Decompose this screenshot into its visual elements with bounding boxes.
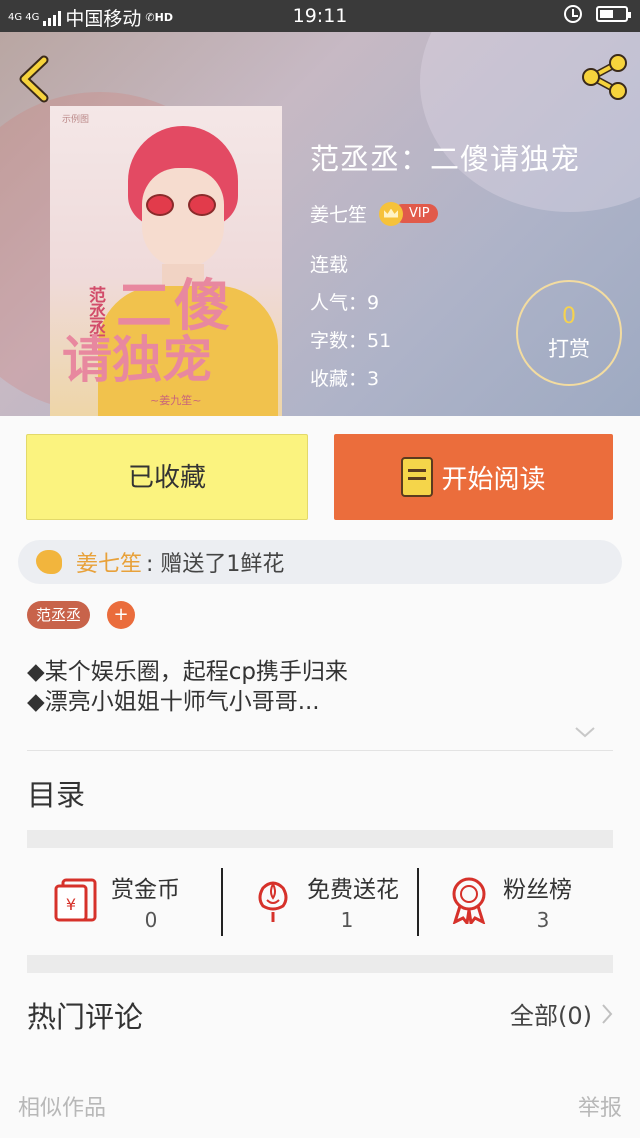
book-icon: [401, 457, 434, 497]
share-button[interactable]: [580, 52, 630, 102]
popularity: 人气：9: [310, 292, 380, 314]
start-reading-button[interactable]: 开始阅读: [334, 434, 613, 520]
tag-chip[interactable]: 范丞丞: [27, 601, 91, 629]
book-info: 范丞丞：二傻请独宠 姜七笙 VIP 连载 人气：9 字数：51 收藏：3: [310, 136, 581, 390]
share-icon: [582, 54, 627, 100]
hot-comments-title: 热门评论: [27, 1000, 144, 1034]
medal-icon: [452, 877, 486, 924]
status-bar: 4G 4G 中国移动 ✆HD 19:11: [0, 0, 640, 32]
stat-label: 免费送花: [307, 877, 399, 903]
alarm-icon: [564, 5, 582, 23]
reward-label: 打赏: [548, 337, 590, 361]
report-link[interactable]: 举报: [578, 1090, 622, 1122]
author-row: 姜七笙 VIP: [310, 200, 438, 227]
all-comments-link[interactable]: 全部(0): [510, 996, 614, 1031]
book-cover[interactable]: 示例图 范丞丞 二傻 请独宠 ~姜九笙~: [50, 106, 282, 416]
gift-user[interactable]: 姜七笙: [76, 546, 142, 578]
gift-text: : 赠送了1鲜花: [146, 552, 285, 577]
chevron-right-icon: [602, 1003, 613, 1024]
word-count: 字数：51: [310, 330, 392, 352]
gift-feed[interactable]: 姜七笙 : 赠送了1鲜花: [18, 540, 622, 584]
divider: [27, 750, 613, 751]
free-flower-stat[interactable]: 免费送花 1: [223, 848, 418, 954]
similar-works-link[interactable]: 相似作品: [18, 1090, 106, 1122]
book-meta: 连载 人气：9 字数：51 收藏：3: [310, 246, 391, 398]
cover-title-line2: 请独宠: [62, 330, 212, 389]
fans-rank-stat[interactable]: 粉丝榜 3: [419, 848, 614, 954]
chevron-down-icon: [575, 727, 595, 738]
collected-button[interactable]: 已收藏: [26, 434, 308, 520]
clock: 19:11: [292, 5, 348, 27]
expand-description-button[interactable]: [572, 722, 598, 742]
start-reading-label: 开始阅读: [441, 464, 546, 495]
svg-text:¥: ¥: [66, 895, 76, 914]
toc-title[interactable]: 目录: [27, 772, 85, 814]
reward-count: 0: [562, 304, 576, 329]
stats-row: ¥ 赏金币 0 免费送花 1 粉丝榜 3: [27, 848, 613, 954]
stat-label: 粉丝榜: [503, 877, 572, 903]
add-tag-button[interactable]: +: [107, 601, 135, 629]
back-button[interactable]: [14, 54, 54, 104]
red-envelope-icon: ¥: [54, 878, 97, 922]
gold-coins-stat[interactable]: ¥ 赏金币 0: [27, 848, 222, 954]
crown-icon: [379, 201, 404, 226]
reward-button[interactable]: 0 打赏: [516, 280, 622, 386]
flower-icon: [258, 881, 288, 922]
book-title: 范丞丞：二傻请独宠: [310, 142, 581, 176]
section-separator: [27, 955, 613, 973]
stat-value: 1: [340, 908, 354, 932]
cover-subtitle: ~姜九笙~: [150, 394, 202, 407]
description-line: ◆某个娱乐圈，起程cp携手归来: [27, 659, 348, 685]
book-status: 连载: [310, 254, 349, 276]
all-comments-label: 全部(0): [510, 1002, 592, 1030]
description-line: ◆漂亮小姐姐十师气小哥哥...: [27, 689, 320, 715]
chevron-left-icon: [19, 55, 49, 103]
stat-value: 0: [144, 908, 158, 932]
book-description: ◆某个娱乐圈，起程cp携手归来 ◆漂亮小姐姐十师气小哥哥...: [27, 657, 613, 717]
author-name[interactable]: 姜七笙: [310, 200, 367, 227]
book-header: 示例图 范丞丞 二傻 请独宠 ~姜九笙~ 范丞丞：二傻请独宠 姜七笙 VIP 连…: [0, 32, 640, 416]
favorites-count: 收藏：3: [310, 368, 380, 390]
battery-icon: [596, 6, 631, 22]
stat-label: 赏金币: [111, 877, 180, 903]
clap-icon: [36, 550, 62, 574]
cover-title-line1: 二傻: [116, 273, 232, 339]
cover-watermark: 示例图: [62, 115, 90, 125]
section-separator: [27, 830, 613, 848]
stat-value: 3: [536, 908, 550, 932]
